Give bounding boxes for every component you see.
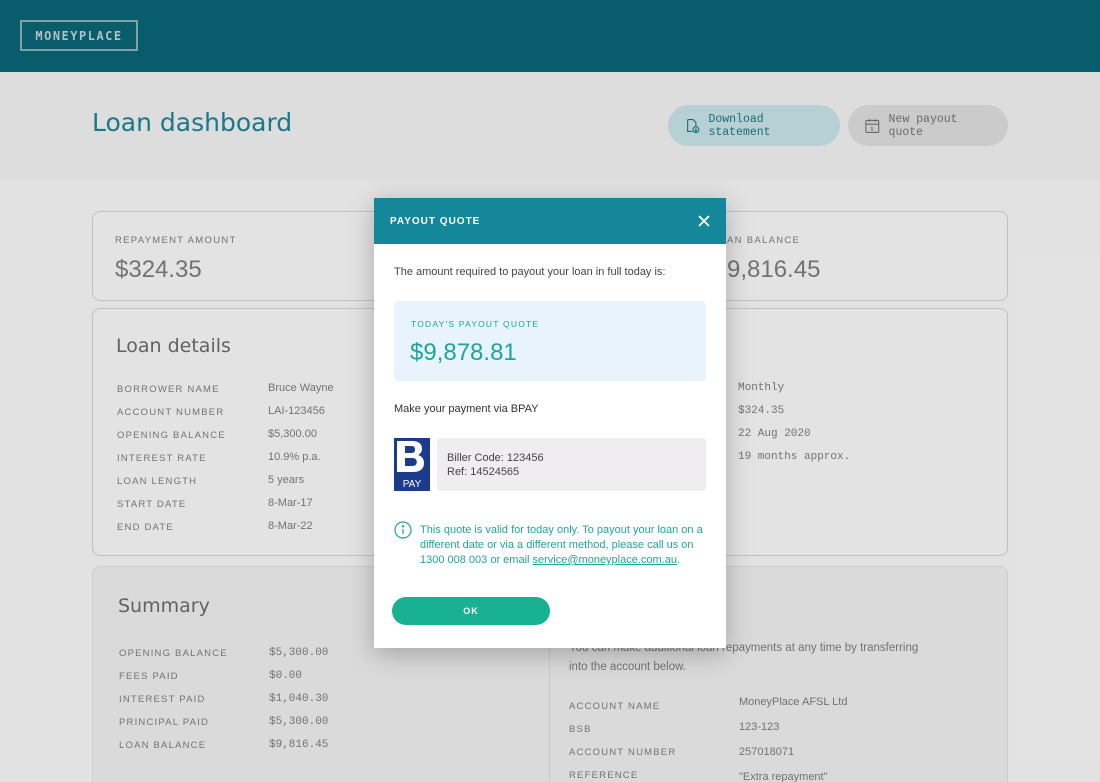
close-icon[interactable] bbox=[696, 213, 712, 229]
ok-button[interactable]: OK bbox=[392, 597, 550, 625]
bpay-b-icon: PAY bbox=[394, 438, 430, 491]
notice-text: This quote is valid for today only. To p… bbox=[420, 523, 710, 568]
bpay-logo-text: PAY bbox=[403, 479, 422, 490]
payout-quote-modal: PAYOUT QUOTE The amount required to payo… bbox=[374, 198, 726, 648]
modal-header: PAYOUT QUOTE bbox=[374, 198, 726, 244]
bpay-logo: PAY bbox=[394, 438, 430, 491]
payout-quote-amount: $9,878.81 bbox=[410, 339, 517, 366]
modal-title: PAYOUT QUOTE bbox=[390, 215, 481, 227]
bpay-heading: Make your payment via BPAY bbox=[394, 403, 539, 415]
support-email-link[interactable]: service@moneyplace.com.au bbox=[533, 554, 677, 566]
payout-quote-box: TODAY'S PAYOUT QUOTE $9,878.81 bbox=[394, 301, 706, 381]
info-icon bbox=[394, 521, 412, 539]
biller-code: Biller Code: 123456 bbox=[447, 452, 544, 464]
payout-quote-label: TODAY'S PAYOUT QUOTE bbox=[411, 319, 540, 329]
bpay-reference: Ref: 14524565 bbox=[447, 466, 520, 478]
notice-end: . bbox=[676, 554, 681, 566]
bpay-details: Biller Code: 123456 Ref: 14524565 bbox=[437, 438, 706, 491]
payout-intro-text: The amount required to payout your loan … bbox=[394, 266, 666, 278]
